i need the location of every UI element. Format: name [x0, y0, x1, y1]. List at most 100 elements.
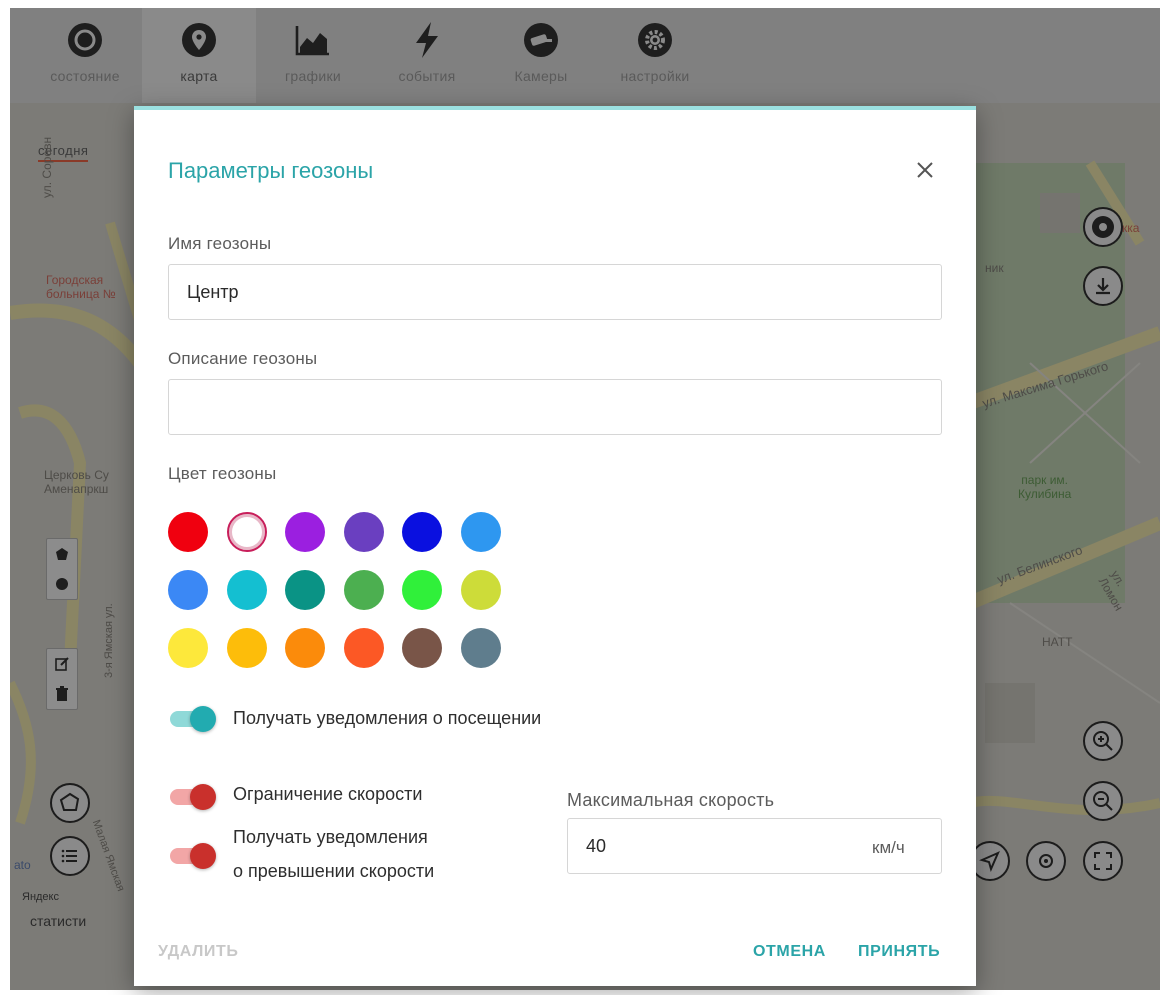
color-swatch[interactable]: [402, 512, 442, 552]
color-swatch[interactable]: [460, 570, 501, 610]
tab-map[interactable]: карта: [142, 8, 256, 103]
draw-polygon-button[interactable]: [47, 539, 77, 569]
list-icon: [61, 849, 77, 863]
map-pin-icon: [179, 20, 219, 60]
tab-events-label: события: [398, 68, 456, 84]
color-swatch[interactable]: [285, 628, 325, 668]
draw-tools-group: [46, 538, 78, 600]
color-swatch[interactable]: [168, 570, 208, 610]
lightning-icon: [407, 20, 447, 60]
max-speed-label: Максимальная скорость: [567, 790, 775, 810]
tab-cameras-label: Камеры: [514, 68, 568, 84]
fullscreen-icon: [1094, 852, 1112, 870]
speed-limit-label: Ограничение скорости: [233, 784, 423, 804]
speed-unit-label: км/ч: [872, 838, 905, 857]
geozone-description-label: Описание геозоны: [168, 349, 318, 368]
list-button[interactable]: [50, 836, 90, 876]
circle-icon: [56, 578, 68, 590]
color-swatch[interactable]: [343, 570, 384, 610]
statistics-panel-handle[interactable]: статисти: [30, 913, 86, 929]
tab-status[interactable]: состояние: [28, 8, 142, 103]
color-swatch[interactable]: [285, 570, 325, 610]
color-swatch[interactable]: [226, 628, 267, 668]
top-navigation: состояние карта графики события Камеры н…: [10, 8, 1160, 103]
map-label-street: ул. Соревн: [40, 136, 54, 198]
zoom-out-button[interactable]: [1083, 781, 1123, 821]
color-swatch[interactable]: [343, 628, 384, 668]
notify-speeding-label-line2: о превышении скорости: [233, 861, 435, 881]
draw-circle-button[interactable]: [47, 569, 77, 599]
zoom-out-icon: [1093, 791, 1113, 811]
tab-status-label: состояние: [50, 68, 120, 84]
color-swatch[interactable]: [460, 628, 501, 668]
color-swatch[interactable]: [168, 628, 208, 668]
tab-settings-label: настройки: [620, 68, 690, 84]
accept-button[interactable]: ПРИНЯТЬ: [858, 943, 940, 961]
color-swatch[interactable]: [402, 628, 442, 668]
notify-visit-toggle[interactable]: [168, 703, 218, 733]
chart-icon: [293, 20, 333, 60]
color-swatch[interactable]: [343, 512, 384, 552]
map-label-street-yamskaya: 3-я Ямская ул.: [103, 603, 115, 678]
tab-map-label: карта: [180, 68, 218, 84]
trash-icon: [56, 686, 68, 701]
notify-speeding-label-line1: Получать уведомления: [233, 827, 428, 847]
geozone-description-input[interactable]: [168, 379, 942, 435]
color-row: [168, 628, 519, 668]
map-label-park: парк им. Кулибина: [1018, 473, 1072, 501]
edit-button[interactable]: [47, 649, 77, 679]
dialog-title: Параметры геозоны: [168, 158, 374, 183]
fullscreen-button[interactable]: [1083, 841, 1123, 881]
color-swatch[interactable]: [285, 512, 325, 552]
color-swatch[interactable]: [226, 512, 267, 552]
map-label-hospital: Городская больница №: [46, 273, 116, 301]
geozone-settings-dialog: Параметры геозоны Имя геозоны Описание г…: [134, 106, 976, 986]
tab-charts-label: графики: [284, 68, 342, 84]
map-label-church: Церковь Су Аменапркш: [44, 468, 109, 496]
zoom-in-icon: [1093, 731, 1113, 751]
locate-button[interactable]: [1026, 841, 1066, 881]
yandex-attribution[interactable]: Яндекс: [22, 891, 59, 903]
geozones-button[interactable]: [50, 783, 90, 823]
status-circle-icon: [65, 20, 105, 60]
zoom-in-button[interactable]: [1083, 721, 1123, 761]
tab-cameras[interactable]: Камеры: [484, 8, 598, 103]
cancel-button[interactable]: ОТМЕНА: [753, 943, 826, 961]
crosshair-icon: [1039, 854, 1053, 868]
geozone-name-label: Имя геозоны: [168, 234, 272, 253]
color-row: [168, 570, 519, 610]
navigation-arrow-icon: [979, 851, 1000, 872]
gear-icon: [1092, 216, 1114, 238]
edit-icon: [55, 657, 69, 671]
notify-speeding-toggle[interactable]: [168, 840, 218, 870]
color-swatch[interactable]: [226, 570, 267, 610]
notify-visit-label: Получать уведомления о посещении: [233, 708, 542, 728]
geozone-name-input[interactable]: [168, 264, 942, 320]
delete-shape-button[interactable]: [47, 679, 77, 709]
color-swatch[interactable]: [402, 570, 442, 610]
delete-button[interactable]: УДАЛИТЬ: [158, 943, 239, 961]
close-button[interactable]: [910, 155, 940, 185]
color-swatch[interactable]: [168, 512, 208, 552]
download-button[interactable]: [1083, 266, 1123, 306]
camera-icon: [521, 20, 561, 60]
tab-events[interactable]: события: [370, 8, 484, 103]
geozone-polygon-icon: [59, 792, 80, 811]
map-label-kka: кка: [1122, 221, 1140, 235]
map-settings-button[interactable]: [1083, 207, 1123, 247]
download-icon: [1096, 278, 1110, 295]
map-label-small: ник: [985, 261, 1004, 275]
color-row: [168, 512, 519, 552]
geozone-color-label: Цвет геозоны: [168, 464, 277, 483]
gear-icon: [635, 20, 675, 60]
map-label-hatt: НАТТ: [1042, 635, 1073, 649]
navigate-button[interactable]: [970, 841, 1010, 881]
tab-charts[interactable]: графики: [256, 8, 370, 103]
edit-tools-group: [46, 648, 78, 710]
tab-settings[interactable]: настройки: [598, 8, 712, 103]
color-swatch[interactable]: [460, 512, 501, 552]
close-icon: [917, 162, 933, 178]
speed-limit-toggle[interactable]: [168, 781, 218, 811]
polygon-icon: [56, 548, 68, 560]
map-label-ato: ato: [14, 858, 31, 872]
